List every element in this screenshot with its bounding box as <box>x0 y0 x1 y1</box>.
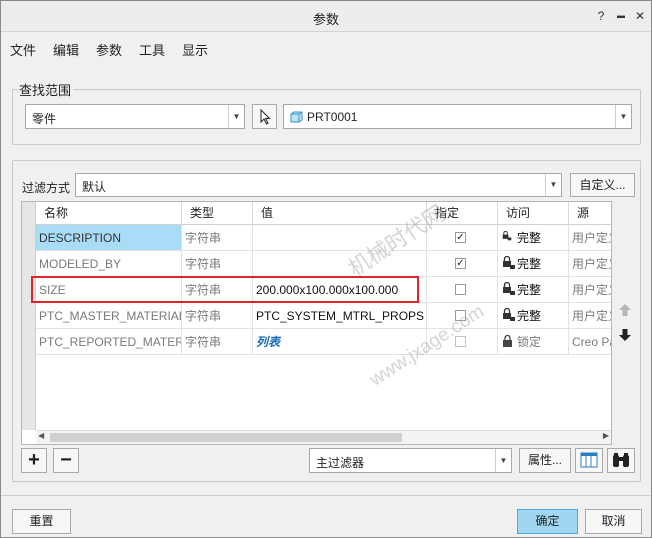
chevron-down-icon: ▼ <box>545 174 561 196</box>
table-row-value[interactable] <box>253 251 427 277</box>
ok-button[interactable]: 确定 <box>517 509 578 534</box>
menu-edit[interactable]: 编辑 <box>53 40 79 59</box>
table-row-value[interactable]: PTC_SYSTEM_MTRL_PROPS <box>253 303 427 329</box>
table-row-type[interactable]: 字符串 <box>182 225 253 251</box>
table-row-source[interactable]: 用户定义 <box>569 303 611 329</box>
lock-icon <box>503 308 515 321</box>
move-down-icon[interactable] <box>618 328 632 342</box>
filter-select[interactable]: 默认 ▼ <box>75 173 562 197</box>
access-value: 完整 <box>517 309 542 323</box>
column-header-source[interactable]: 源 <box>569 202 611 225</box>
remove-parameter-button[interactable]: − <box>53 448 79 473</box>
parameter-table: 名称 类型 值 指定 访问 源 DESCRIPTION 字符串 ✓ 完整 用户定… <box>21 201 612 445</box>
table-row-access-cell[interactable]: 完整 <box>498 225 569 251</box>
table-row-designate-cell <box>427 277 498 303</box>
table-row-value[interactable] <box>253 225 427 251</box>
table-row-name[interactable]: DESCRIPTION <box>36 225 182 251</box>
customize-button[interactable]: 自定义... <box>570 173 635 197</box>
chevron-down-icon: ▼ <box>228 105 244 128</box>
binoculars-icon <box>613 453 629 467</box>
lock-icon <box>503 335 512 347</box>
scope-type-select[interactable]: 零件 ▼ <box>25 104 245 129</box>
designate-checkbox[interactable] <box>455 284 466 295</box>
footer-divider <box>1 495 651 496</box>
table-row-source[interactable]: 用户定义 <box>569 277 611 303</box>
table-row-source[interactable]: 用户定义 <box>569 251 611 277</box>
cursor-arrow-icon <box>260 108 271 125</box>
table-row-value-link[interactable]: 列表 <box>253 329 427 355</box>
designate-checkbox <box>455 336 466 347</box>
filter-value: 默认 <box>82 180 107 194</box>
table-row-source[interactable]: 用户定义 <box>569 225 611 251</box>
table-row-access-cell[interactable]: 锁定 <box>498 329 569 355</box>
column-header-designate[interactable]: 指定 <box>427 202 498 225</box>
horizontal-scrollbar[interactable]: ◀ ▶ <box>36 430 611 444</box>
lock-icon <box>503 256 515 269</box>
highlight-box <box>31 276 419 303</box>
chevron-down-icon: ▼ <box>615 105 631 128</box>
menu-parameters[interactable]: 参数 <box>96 40 122 59</box>
menu-tools[interactable]: 工具 <box>139 40 165 59</box>
properties-button[interactable]: 属性... <box>519 448 571 473</box>
close-button[interactable]: ✕ <box>632 8 648 24</box>
table-row-access-cell[interactable]: 完整 <box>498 277 569 303</box>
access-value: 锁定 <box>517 335 542 349</box>
menu-bar: 文件 编辑 参数 工具 显示 <box>1 34 651 62</box>
scope-type-value: 零件 <box>32 112 57 126</box>
reset-button[interactable]: 重置 <box>12 509 71 534</box>
scroll-left-icon[interactable]: ◀ <box>38 431 44 440</box>
select-object-button[interactable] <box>252 104 277 129</box>
menu-file[interactable]: 文件 <box>10 40 36 59</box>
table-row-name[interactable]: PTC_REPORTED_MATERIAL <box>36 329 182 355</box>
table-row-type[interactable]: 字符串 <box>182 303 253 329</box>
scroll-right-icon[interactable]: ▶ <box>603 431 609 440</box>
window-title: 参数 <box>312 12 339 27</box>
designate-checkbox[interactable]: ✓ <box>455 258 466 269</box>
part-icon <box>290 111 303 123</box>
parameters-dialog: 参数 ? ▬ ✕ 文件 编辑 参数 工具 显示 查找范围 零件 ▼ PRT000… <box>0 0 652 538</box>
table-row-designate-cell <box>427 303 498 329</box>
column-header-name[interactable]: 名称 <box>36 202 182 225</box>
scope-object-value: PRT0001 <box>307 110 358 124</box>
help-button[interactable]: ? <box>593 8 609 24</box>
table-columns-button[interactable] <box>575 448 603 473</box>
table-row-designate-cell <box>427 329 498 355</box>
access-value: 完整 <box>517 257 542 271</box>
main-filter-select[interactable]: 主过滤器 ▼ <box>309 448 512 473</box>
access-value: 完整 <box>517 283 542 297</box>
table-row-name[interactable]: PTC_MASTER_MATERIAL <box>36 303 182 329</box>
chevron-down-icon: ▼ <box>495 449 511 472</box>
find-button[interactable] <box>607 448 635 473</box>
table-row-access-cell[interactable]: 完整 <box>498 303 569 329</box>
access-value: 完整 <box>517 231 542 245</box>
table-row-designate-cell: ✓ <box>427 251 498 277</box>
minimize-button[interactable]: ▬ <box>613 8 629 24</box>
column-header-value[interactable]: 值 <box>253 202 427 225</box>
move-up-icon[interactable] <box>618 303 632 317</box>
lock-icon <box>503 282 515 295</box>
scope-object-select[interactable]: PRT0001 ▼ <box>283 104 632 129</box>
table-row-type[interactable]: 字符串 <box>182 251 253 277</box>
main-filter-value: 主过滤器 <box>316 456 365 470</box>
menu-display[interactable]: 显示 <box>182 40 208 59</box>
column-header-type[interactable]: 类型 <box>182 202 253 225</box>
designate-checkbox[interactable] <box>455 310 466 321</box>
table-row-designate-cell: ✓ <box>427 225 498 251</box>
table-row-source[interactable]: Creo Parametric <box>569 329 611 355</box>
filter-label: 过滤方式 <box>22 181 71 195</box>
row-header-column <box>22 202 36 430</box>
title-bar: 参数 ? ▬ ✕ <box>1 1 651 32</box>
table-row-type[interactable]: 字符串 <box>182 329 253 355</box>
table-icon <box>580 452 598 468</box>
designate-checkbox[interactable]: ✓ <box>455 232 466 243</box>
column-header-access[interactable]: 访问 <box>498 202 569 225</box>
table-row-access-cell[interactable]: 完整 <box>498 251 569 277</box>
search-scope-label: 查找范围 <box>17 80 74 99</box>
scrollbar-thumb[interactable] <box>50 433 402 442</box>
add-parameter-button[interactable]: + <box>21 448 47 473</box>
table-row-name[interactable]: MODELED_BY <box>36 251 182 277</box>
cancel-button[interactable]: 取消 <box>585 509 642 534</box>
lock-icon <box>502 230 512 241</box>
